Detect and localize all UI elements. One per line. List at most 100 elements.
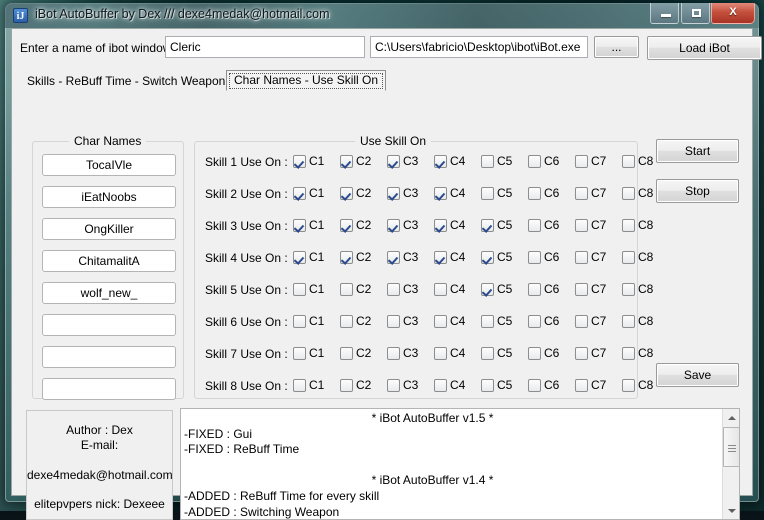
checkbox-unchecked-icon: [387, 347, 400, 360]
checkbox-label: C1: [309, 154, 325, 168]
char-name-input-2[interactable]: iEatNoobs: [42, 186, 176, 208]
checkbox-unchecked-icon: [340, 283, 353, 296]
char-name-input-5[interactable]: wolf_new_: [42, 282, 176, 304]
tab-strip: Skills - ReBuff Time - Switch Weapon Cha…: [20, 70, 387, 92]
checkbox-label: C7: [591, 250, 607, 264]
checkbox-checked-icon: [387, 251, 400, 264]
changelog-box[interactable]: * iBot AutoBuffer v1.5 * -FIXED : Gui -FIX…: [180, 408, 740, 520]
char-name-input-6[interactable]: [42, 314, 176, 336]
checkbox-label: C3: [403, 346, 419, 360]
title-bar[interactable]: iJ iBot AutoBuffer by Dex /// dexe4medak…: [5, 3, 759, 28]
checkbox-checked-icon: [434, 219, 447, 232]
tab-char-names-use-skill-on[interactable]: Char Names - Use Skill On: [226, 70, 387, 91]
checkbox-label: C7: [591, 378, 607, 392]
checkbox-unchecked-icon: [575, 251, 588, 264]
checkbox-label: C6: [544, 346, 560, 360]
checkbox-unchecked-icon: [340, 347, 353, 360]
checkbox-label: C8: [638, 186, 654, 200]
checkbox-label: C6: [544, 186, 560, 200]
checkbox-label: C7: [591, 186, 607, 200]
application-window: iJ iBot AutoBuffer by Dex /// dexe4medak…: [5, 3, 762, 520]
skill-row-2: Skill 2 Use On : C1 C2 C3 C4 C5 C6 C7 C8: [205, 182, 653, 208]
skill-row-5: Skill 5 Use On : C1 C2 C3 C4 C5 C6 C7 C8: [205, 278, 653, 304]
skill-row-label: Skill 1 Use On :: [205, 155, 288, 169]
client-area: Enter a name of ibot window ... Load iBo…: [11, 28, 762, 520]
checkbox-unchecked-icon: [481, 315, 494, 328]
changelog-scrollbar[interactable]: [722, 409, 739, 519]
checkbox-label: C5: [497, 378, 513, 392]
load-ibot-button[interactable]: Load iBot: [647, 36, 762, 60]
checkbox-unchecked-icon: [528, 315, 541, 328]
checkbox-unchecked-icon: [528, 251, 541, 264]
checkbox-unchecked-icon: [622, 379, 635, 392]
checkbox-label: C3: [403, 282, 419, 296]
browse-button[interactable]: ...: [594, 36, 639, 58]
checkbox-checked-icon: [293, 219, 306, 232]
skill-row-4: Skill 4 Use On : C1 C2 C3 C4 C5 C6 C7 C8: [205, 246, 653, 272]
changelog-line: -FIXED : Gui: [184, 426, 253, 441]
checkbox-label: C6: [544, 218, 560, 232]
checkbox-label: C2: [356, 378, 372, 392]
checkbox-label: C1: [309, 346, 325, 360]
checkbox-label: C2: [356, 346, 372, 360]
save-button[interactable]: Save: [656, 363, 739, 387]
checkbox-label: C4: [450, 378, 466, 392]
changelog-line: -FIXED : ReBuff Time: [184, 442, 300, 457]
checkbox-unchecked-icon: [481, 187, 494, 200]
checkbox-unchecked-icon: [434, 315, 447, 328]
start-button[interactable]: Start: [656, 139, 739, 163]
checkbox-unchecked-icon: [293, 347, 306, 360]
checkbox-checked-icon: [340, 187, 353, 200]
checkbox-unchecked-icon: [481, 347, 494, 360]
checkbox-label: C1: [309, 314, 325, 328]
checkbox-label: C8: [638, 378, 654, 392]
checkbox-label: C4: [450, 314, 466, 328]
char-name-input-3[interactable]: OngKiller: [42, 218, 176, 240]
maximize-button[interactable]: [681, 3, 710, 24]
minimize-button[interactable]: [650, 3, 679, 24]
stop-button[interactable]: Stop: [656, 179, 739, 203]
checkbox-label: C7: [591, 218, 607, 232]
checkbox-label: C4: [450, 186, 466, 200]
checkbox-label: C1: [309, 250, 325, 264]
ibot-path-input[interactable]: [370, 36, 588, 58]
author-forum-nick: elitepvpers nick: Dexeee: [34, 497, 165, 511]
checkbox-unchecked-icon: [293, 379, 306, 392]
close-button[interactable]: X: [711, 3, 755, 24]
checkbox-unchecked-icon: [575, 347, 588, 360]
char-name-input-1[interactable]: TocaIVle: [42, 154, 176, 176]
ibot-window-name-input[interactable]: [165, 36, 365, 58]
chevron-up-icon: [728, 416, 736, 420]
scroll-up-button[interactable]: [723, 409, 739, 426]
checkbox-label: C1: [309, 282, 325, 296]
author-panel: Author : Dex E-mail: dexe4medak@hotmail.…: [26, 410, 173, 520]
checkbox-checked-icon: [340, 155, 353, 168]
checkbox-unchecked-icon: [387, 315, 400, 328]
checkbox-unchecked-icon: [622, 251, 635, 264]
checkbox-checked-icon: [481, 283, 494, 296]
char-name-input-8[interactable]: [42, 378, 176, 400]
char-name-input-7[interactable]: [42, 346, 176, 368]
skill-row-label: Skill 6 Use On :: [205, 315, 288, 329]
checkbox-checked-icon: [387, 187, 400, 200]
checkbox-label: C8: [638, 346, 654, 360]
checkbox-unchecked-icon: [340, 379, 353, 392]
grip-line: [728, 451, 736, 452]
checkbox-checked-icon: [481, 251, 494, 264]
scrollbar-thumb[interactable]: [723, 427, 739, 467]
skill-row-8: Skill 8 Use On : C1 C2 C3 C4 C5 C6 C7 C8: [205, 374, 653, 400]
checkbox-label: C8: [638, 282, 654, 296]
changelog-text: * iBot AutoBuffer v1.5 * -FIXED : Gui -FIX…: [184, 411, 719, 519]
changelog-line: -ADDED : Switching Weapon: [184, 504, 340, 519]
checkbox-unchecked-icon: [575, 155, 588, 168]
checkbox-label: C4: [450, 346, 466, 360]
checkbox-label: C6: [544, 314, 560, 328]
close-icon: X: [729, 6, 737, 18]
checkbox-unchecked-icon: [622, 187, 635, 200]
checkbox-checked-icon: [293, 187, 306, 200]
tab-skills-rebuff-switch[interactable]: Skills - ReBuff Time - Switch Weapon: [20, 72, 232, 91]
checkbox-label: C3: [403, 250, 419, 264]
checkbox-unchecked-icon: [622, 219, 635, 232]
author-email-label: E-mail:: [80, 438, 119, 452]
char-name-input-4[interactable]: ChitamalitA: [42, 250, 176, 272]
